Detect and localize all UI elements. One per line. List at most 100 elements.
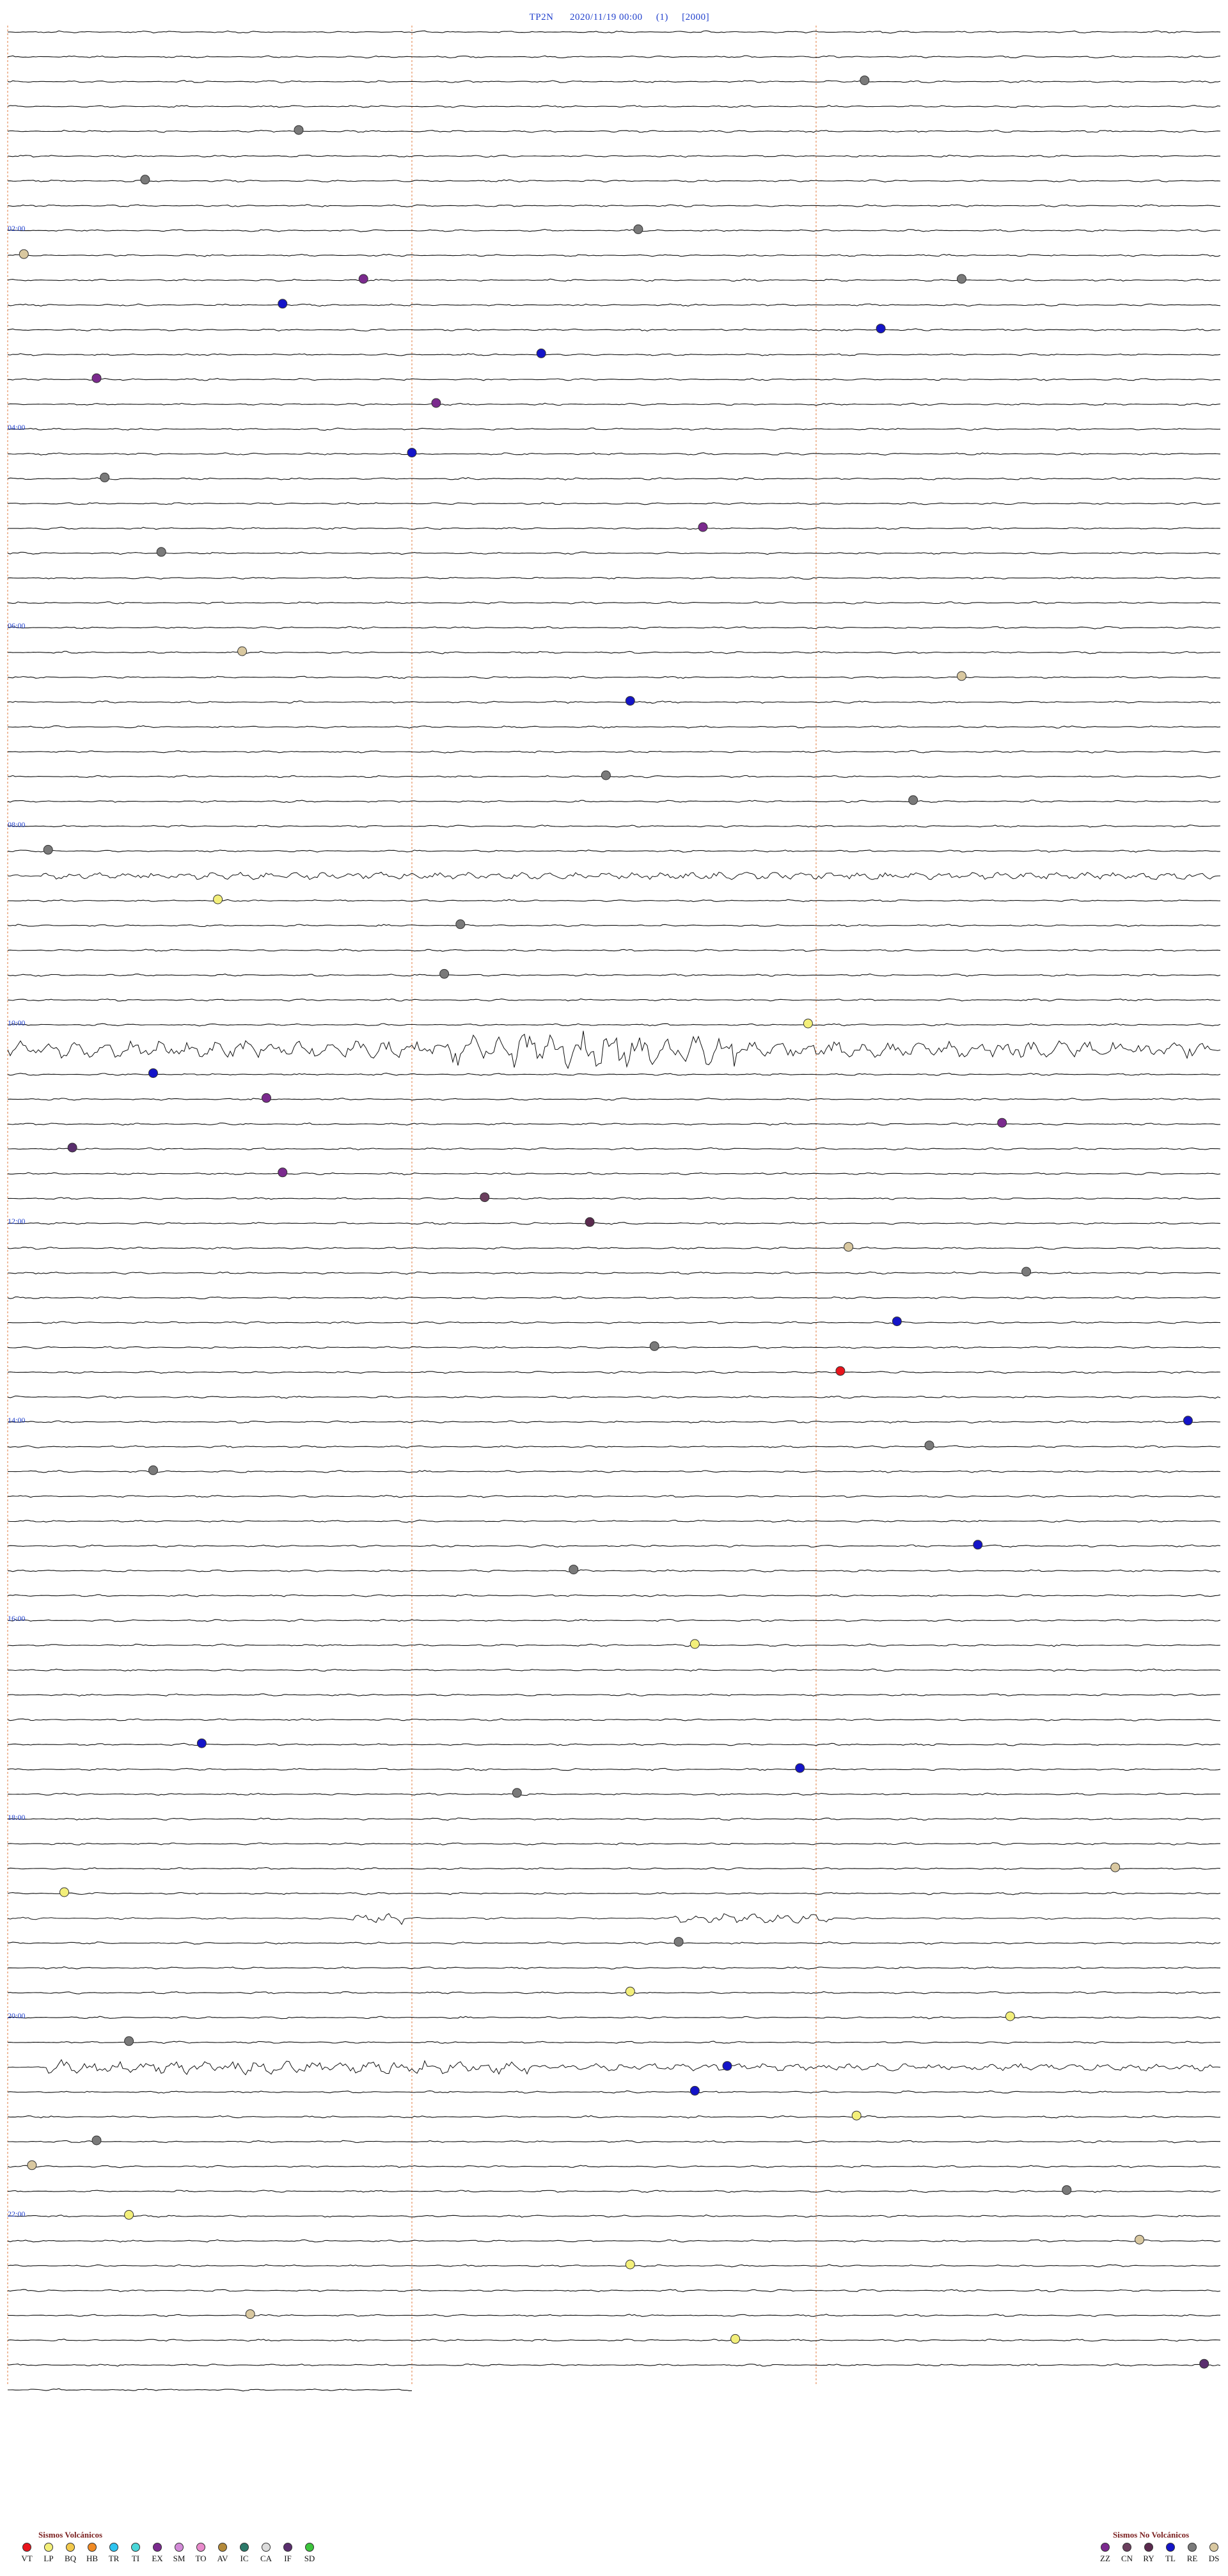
event-marker-lp[interactable]: [851, 2110, 862, 2121]
event-marker-ds[interactable]: [1135, 2234, 1145, 2245]
event-marker-re[interactable]: [924, 1441, 934, 1451]
event-marker-re[interactable]: [1062, 2185, 1072, 2195]
event-marker-tl[interactable]: [148, 1068, 158, 1079]
event-marker-tl[interactable]: [689, 2085, 700, 2096]
event-marker-tl[interactable]: [196, 1738, 207, 1748]
event-marker-ex[interactable]: [91, 373, 102, 383]
event-marker-tl[interactable]: [407, 448, 417, 458]
event-marker-tl[interactable]: [1183, 1416, 1193, 1426]
event-marker-ds[interactable]: [19, 249, 29, 259]
trace-row: [7, 526, 1221, 530]
legend-item-tr: TR: [105, 2543, 123, 2564]
event-marker-tl[interactable]: [795, 1763, 805, 1773]
event-marker-ex[interactable]: [698, 522, 708, 532]
trace-row: [7, 551, 1221, 555]
event-marker-lp[interactable]: [213, 894, 223, 905]
event-marker-re[interactable]: [601, 770, 611, 780]
event-marker-re[interactable]: [124, 2036, 134, 2046]
trace-row: [8, 1321, 1221, 1325]
trace-row: [7, 1296, 1221, 1300]
event-marker-lp[interactable]: [689, 1639, 700, 1649]
event-marker-re[interactable]: [673, 1937, 684, 1947]
event-marker-if[interactable]: [1199, 2359, 1209, 2369]
event-marker-re[interactable]: [569, 1565, 579, 1575]
event-marker-re[interactable]: [100, 472, 110, 482]
trace-row: [7, 377, 1221, 381]
trace-row: [7, 402, 1221, 406]
legend-code: DS: [1208, 2554, 1220, 2563]
event-marker-re[interactable]: [148, 1465, 158, 1475]
event-marker-lp[interactable]: [730, 2334, 741, 2344]
trace-row: [7, 55, 1221, 59]
legend-nonvolcanic: ZZ CN RY TL RE DS: [1096, 2543, 1223, 2564]
event-marker-ex[interactable]: [262, 1093, 271, 1103]
legend-item-hb: HB: [83, 2543, 101, 2564]
event-marker-lp[interactable]: [59, 1887, 69, 1897]
hour-label: 20:00: [8, 2011, 26, 2020]
hour-label: 16:00: [8, 1614, 26, 1623]
event-marker-re[interactable]: [91, 2135, 102, 2145]
trace-row: [7, 1469, 1221, 1473]
event-marker-lp[interactable]: [625, 2259, 635, 2270]
trace-row: [8, 2140, 1220, 2144]
trace-row: [7, 1966, 1220, 1970]
event-marker-if[interactable]: [67, 1142, 77, 1153]
trace-row: [7, 1031, 1221, 1070]
trace-row: [7, 1941, 1221, 1945]
trace-row: [7, 2016, 1221, 2019]
trace-row: [7, 1073, 1221, 1076]
event-marker-tl[interactable]: [876, 324, 886, 334]
event-marker-ds[interactable]: [27, 2160, 37, 2170]
trace-row: [7, 204, 1221, 208]
event-marker-re[interactable]: [957, 274, 966, 284]
event-marker-ry[interactable]: [585, 1217, 595, 1227]
event-marker-ds[interactable]: [1110, 1862, 1121, 1872]
event-marker-re[interactable]: [140, 175, 150, 185]
event-marker-ex[interactable]: [358, 274, 368, 284]
event-marker-cn[interactable]: [480, 1192, 490, 1203]
event-marker-ds[interactable]: [957, 671, 966, 681]
event-marker-re[interactable]: [633, 224, 643, 234]
event-marker-re[interactable]: [908, 795, 918, 805]
event-marker-zz[interactable]: [278, 1167, 288, 1178]
event-marker-tl[interactable]: [722, 2061, 732, 2071]
event-marker-tl[interactable]: [536, 348, 546, 358]
event-marker-re[interactable]: [294, 125, 304, 135]
event-marker-tl[interactable]: [278, 299, 288, 309]
trace-row: [7, 1346, 1221, 1349]
event-marker-vt[interactable]: [835, 1366, 846, 1376]
event-marker-tl[interactable]: [973, 1540, 983, 1550]
event-marker-ds[interactable]: [245, 2309, 255, 2319]
legend-item-av: AV: [214, 2543, 232, 2564]
event-marker-tl[interactable]: [892, 1316, 902, 1327]
event-marker-re[interactable]: [156, 547, 166, 557]
event-marker-re[interactable]: [439, 968, 450, 979]
event-markers: [19, 75, 1209, 2369]
event-marker-lp[interactable]: [124, 2209, 134, 2220]
legend-item-ry: RY: [1140, 2543, 1158, 2564]
event-marker-re[interactable]: [43, 844, 53, 855]
trace-row: [7, 1246, 1221, 1250]
event-marker-re[interactable]: [512, 1788, 522, 1798]
trace-row: [7, 1913, 1221, 1925]
event-marker-tl[interactable]: [625, 696, 635, 706]
event-marker-ds[interactable]: [844, 1242, 854, 1252]
legend-swatch: [262, 2543, 271, 2552]
event-marker-ex[interactable]: [431, 398, 441, 408]
event-marker-lp[interactable]: [625, 1986, 635, 1996]
legend-item-ex: EX: [148, 2543, 166, 2564]
event-marker-re[interactable]: [860, 75, 870, 86]
legend-code: BQ: [64, 2554, 77, 2563]
event-marker-ds[interactable]: [237, 646, 248, 656]
legend-swatch: [1101, 2543, 1110, 2552]
event-marker-ex[interactable]: [997, 1118, 1007, 1128]
event-marker-lp[interactable]: [803, 1018, 813, 1029]
trace-row: [7, 1867, 1221, 1870]
event-marker-re[interactable]: [649, 1341, 659, 1351]
legend-code: RY: [1143, 2554, 1154, 2563]
event-marker-re[interactable]: [1021, 1267, 1032, 1277]
event-marker-lp[interactable]: [1005, 2011, 1015, 2021]
event-marker-re[interactable]: [455, 919, 466, 929]
legend-code: TR: [108, 2554, 120, 2563]
trace-row: [7, 626, 1221, 629]
